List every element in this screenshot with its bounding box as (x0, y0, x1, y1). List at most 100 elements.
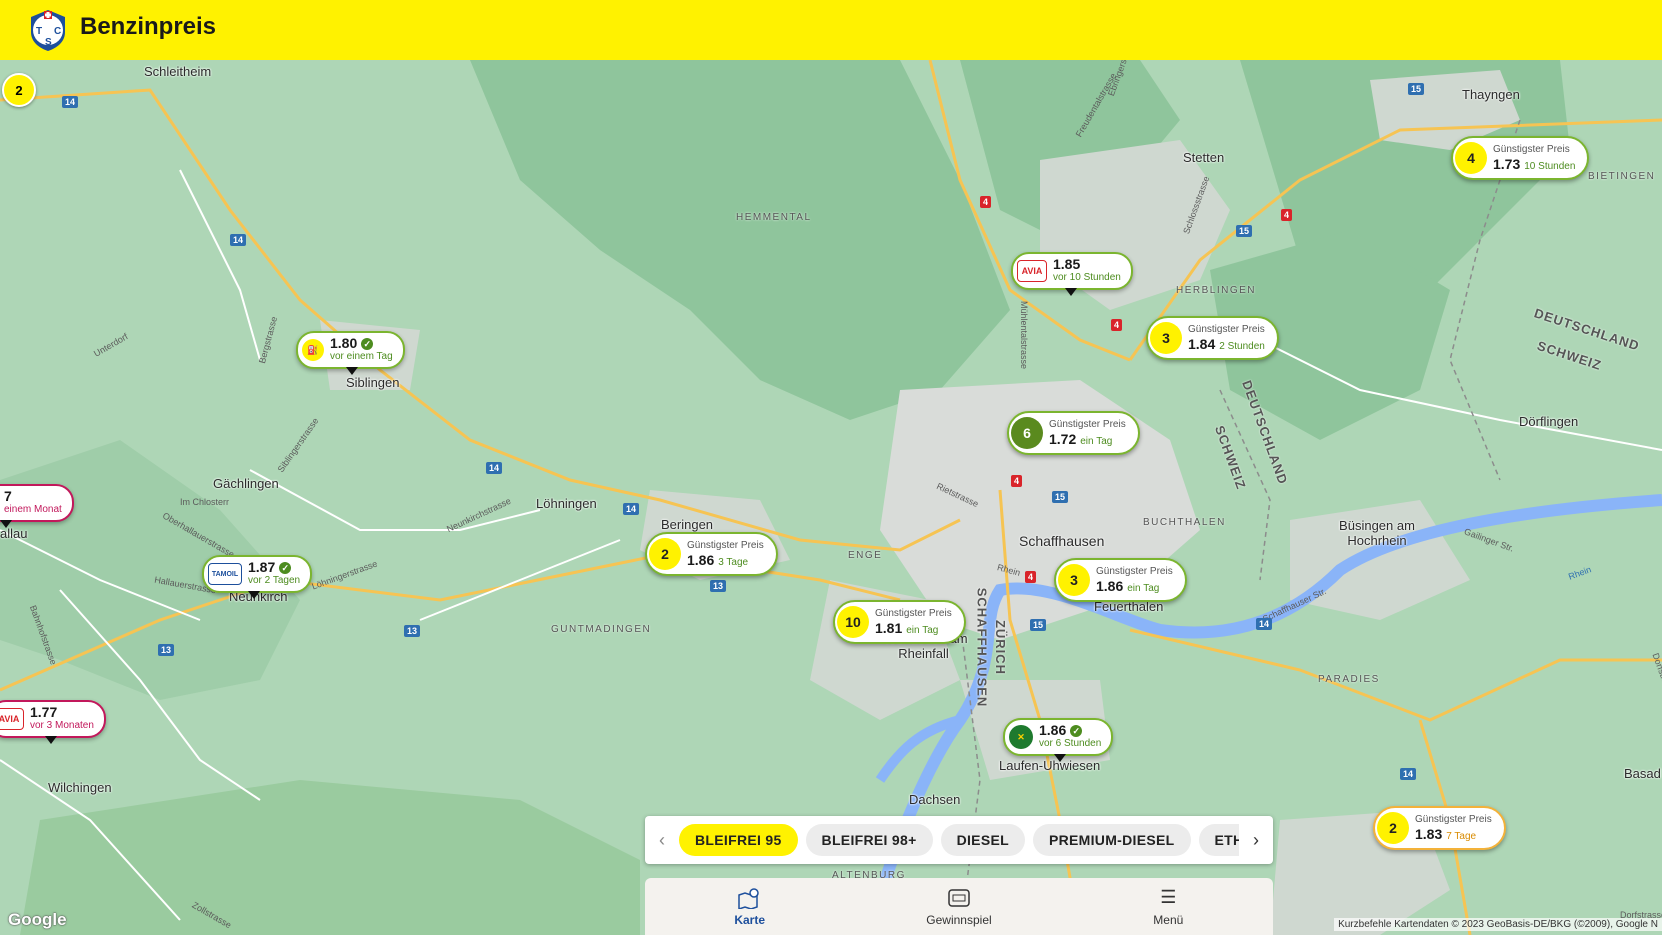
border-label-zuerich: ZÜRICH (993, 619, 1009, 676)
logo-letter-c: C (54, 26, 61, 37)
map-icon (737, 887, 763, 909)
road-shield-4: 4 (1281, 209, 1293, 221)
cluster-price: 1.84 (1188, 335, 1216, 352)
fuel-chip-ethanol[interactable]: ETHANOL (1198, 824, 1239, 856)
verified-check-icon: ✓ (1070, 725, 1083, 738)
cluster-price: 1.81 (875, 619, 903, 636)
station-marker-avia[interactable]: AVIA 1.85 vor 10 Stunden (1011, 252, 1133, 290)
fuel-chip-bleifrei-98[interactable]: BLEIFREI 98+ (805, 824, 933, 856)
place-wilchingen: Wilchingen (48, 780, 112, 795)
cluster-age: 3 Tage (718, 556, 749, 568)
map-cluster-marker[interactable]: 2 (2, 73, 36, 107)
area-guntmadingen: GUNTMADINGEN (551, 624, 652, 635)
station-age: einem Monat (4, 504, 62, 515)
pin-pointer (346, 367, 358, 375)
station-marker[interactable]: 7 einem Monat (0, 484, 74, 522)
road-shield-15: 15 (1052, 491, 1069, 503)
scroll-right-chevron-icon[interactable]: › (1239, 830, 1273, 851)
cluster-count: 2 (1377, 812, 1409, 844)
area-hemmental: HEMMENTAL (736, 212, 812, 223)
place-hallau: allau (0, 526, 28, 541)
road-shield-14: 14 (1400, 768, 1417, 780)
app-header: T C S Benzinpreis (0, 0, 1662, 60)
fuel-chip-premium-diesel[interactable]: PREMIUM-DIESEL (1032, 824, 1191, 856)
cluster-price: 1.83 (1415, 825, 1443, 842)
fuel-pump-icon: ⛽ (302, 339, 324, 361)
pin-pointer (45, 736, 57, 744)
place-dachsen: Dachsen (909, 792, 961, 807)
price-cluster-marker[interactable]: 4 Günstigster Preis 1.73 10 Stunden (1451, 136, 1590, 180)
fuel-chip-bleifrei-95[interactable]: BLEIFREI 95 (679, 824, 798, 856)
price-cluster-marker[interactable]: 6 Günstigster Preis 1.72 ein Tag (1007, 411, 1140, 455)
price-cluster-marker[interactable]: 2 Günstigster Preis 1.86 3 Tage (645, 532, 778, 576)
street-muehlentalstrasse: Mühlentalstrasse (1019, 300, 1030, 370)
tcs-logo: T C S (31, 10, 65, 51)
pin-pointer (1065, 288, 1077, 296)
place-doerflingen: Dörflingen (1519, 414, 1579, 429)
scroll-left-chevron-icon[interactable]: ‹ (645, 830, 679, 851)
road-shield-13: 13 (158, 644, 175, 656)
cluster-label: Günstigster Preis (1415, 813, 1492, 825)
area-buchthalen: BUCHTHALEN (1143, 517, 1226, 528)
avia-logo-icon: AVIA (1017, 260, 1047, 282)
cluster-count: 3 (1150, 322, 1182, 354)
fuel-chip-diesel[interactable]: DIESEL (940, 824, 1025, 856)
price-cluster-marker[interactable]: 3 Günstigster Preis 1.84 2 Stunden (1146, 316, 1279, 360)
place-schaffhausen: Schaffhausen (1019, 533, 1105, 549)
cluster-count: 2 (649, 538, 681, 570)
road-shield-15: 15 (1236, 225, 1253, 237)
cluster-label: Günstigster Preis (875, 607, 952, 619)
area-herblingen: HERBLINGEN (1176, 285, 1257, 296)
road-shield-14: 14 (230, 234, 247, 246)
area-paradies: PARADIES (1318, 674, 1380, 685)
place-gaechlingen: Gächlingen (213, 476, 279, 491)
station-marker-avia[interactable]: AVIA 1.77 vor 3 Monaten (0, 700, 106, 738)
station-marker[interactable]: ⛽ 1.80 ✓ vor einem Tag (296, 331, 405, 369)
street-im-chloster: Im Chlosterr (180, 497, 230, 507)
win-icon (946, 887, 972, 909)
avia-logo-icon: AVIA (0, 708, 24, 730)
cluster-age: ein Tag (1127, 582, 1160, 594)
cluster-count: 4 (1455, 142, 1487, 174)
verified-check-icon: ✓ (279, 562, 292, 575)
station-price: 1.80 (330, 334, 358, 351)
station-price: 7 (4, 488, 12, 504)
price-cluster-marker[interactable]: 2 Günstigster Preis 1.83 7 Tage (1373, 806, 1506, 850)
place-basadingen: Basad (1624, 766, 1661, 781)
map-canvas[interactable]: Schleitheim Thayngen Stetten Siblingen G… (0, 60, 1662, 935)
nav-label: Menü (1153, 912, 1184, 927)
pin-pointer (0, 520, 12, 528)
nav-karte[interactable]: Karte (690, 887, 810, 927)
road-shield-4: 4 (1111, 319, 1123, 331)
nav-menue[interactable]: ☰ Menü (1108, 887, 1228, 927)
nav-gewinnspiel[interactable]: Gewinnspiel (899, 887, 1019, 927)
place-schleitheim: Schleitheim (144, 64, 212, 79)
place-buesingen: Büsingen am Hochrhein (1339, 518, 1415, 548)
verified-check-icon: ✓ (361, 338, 374, 351)
cluster-count: 6 (1011, 417, 1043, 449)
road-shield-14: 14 (486, 462, 503, 474)
cluster-label: Günstigster Preis (1049, 418, 1126, 430)
station-marker[interactable]: ✕ 1.86 ✓ vor 6 Stunden (1003, 718, 1114, 756)
cluster-age: 2 Stunden (1219, 340, 1265, 352)
cluster-count: 10 (837, 606, 869, 638)
price-cluster-marker[interactable]: 3 Günstigster Preis 1.86 ein Tag (1054, 558, 1187, 602)
brand-flag-icon: ✕ (1009, 725, 1033, 749)
road-shield-15: 15 (1408, 83, 1425, 95)
tamoil-logo-icon: TAMOIL (208, 563, 242, 585)
app-title: Benzinpreis (80, 13, 217, 40)
price-cluster-marker[interactable]: 10 Günstigster Preis 1.81 ein Tag (833, 600, 966, 644)
menu-icon: ☰ (1160, 887, 1177, 907)
map-attribution[interactable]: Kurzbefehle Kartendaten © 2023 GeoBasis-… (1334, 918, 1662, 931)
road-shield-4: 4 (1011, 475, 1023, 487)
place-thayngen: Thayngen (1462, 87, 1520, 102)
place-siblingen: Siblingen (346, 375, 400, 390)
road-shield-15: 15 (1030, 619, 1047, 631)
cluster-price: 1.72 (1049, 430, 1077, 447)
station-marker-tamoil[interactable]: TAMOIL 1.87 ✓ vor 2 Tagen (202, 555, 313, 593)
station-price: 1.87 (248, 558, 276, 575)
pin-pointer (248, 591, 260, 599)
cluster-price: 1.73 (1493, 155, 1521, 172)
bottom-navigation: Karte Gewinnspiel ☰ Menü (645, 878, 1273, 935)
area-bietingen: BIETINGEN (1588, 171, 1656, 182)
